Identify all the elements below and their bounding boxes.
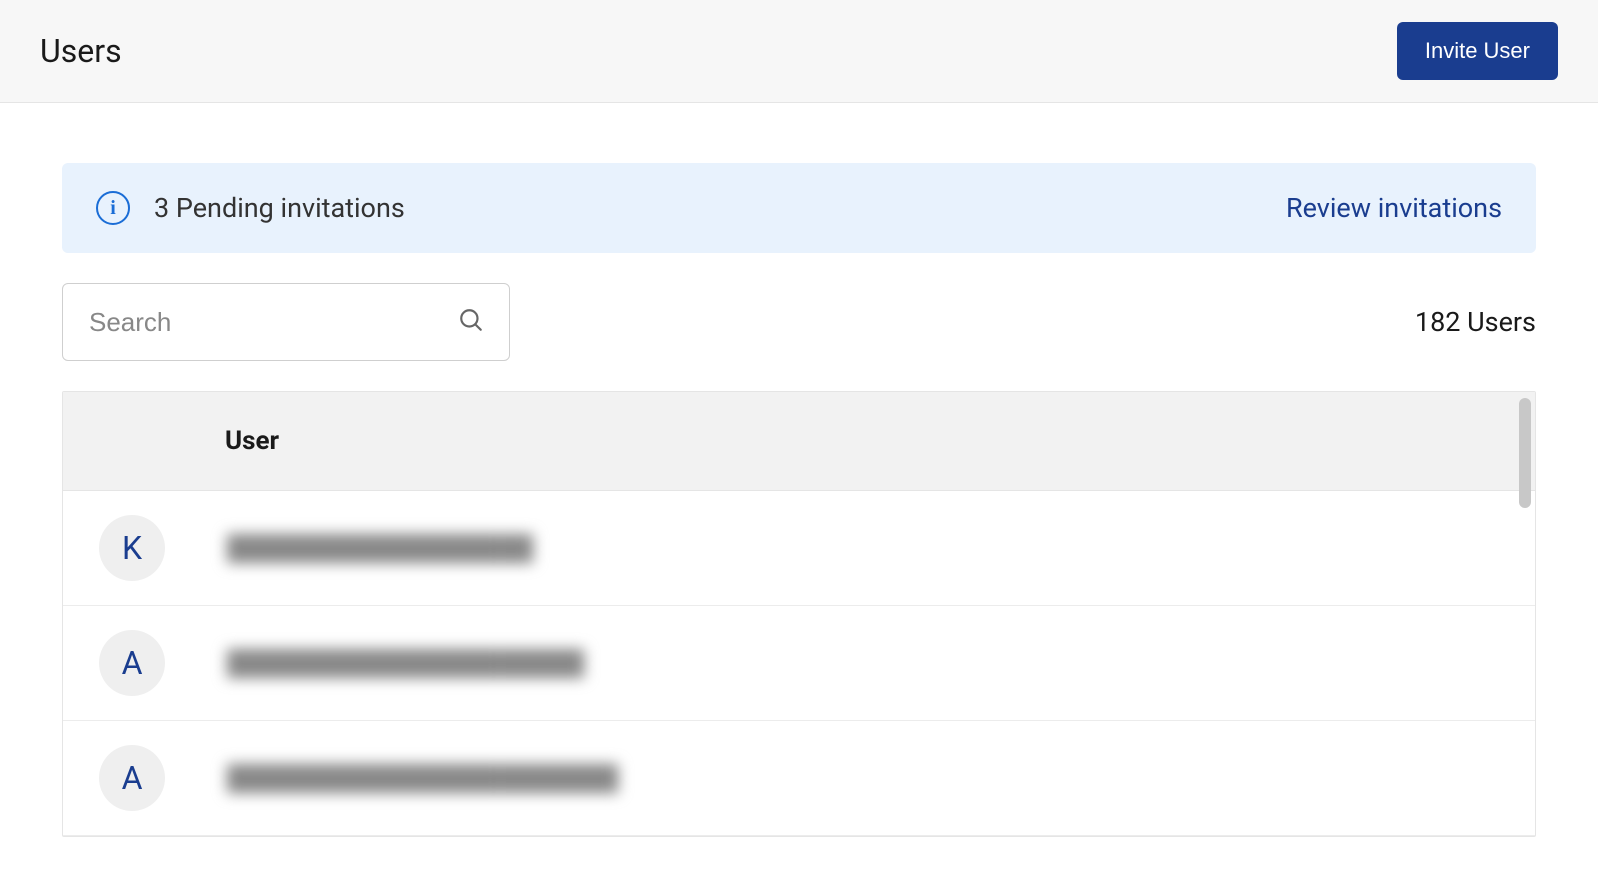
toolbar: 182 Users bbox=[62, 283, 1536, 361]
column-header-user: User bbox=[93, 426, 1505, 456]
page-title: Users bbox=[40, 32, 122, 70]
users-table: User K ██████████████████ A ████████████… bbox=[62, 391, 1536, 837]
invite-user-button[interactable]: Invite User bbox=[1397, 22, 1558, 80]
avatar: K bbox=[99, 515, 165, 581]
table-row[interactable]: A ███████████████████████ bbox=[63, 721, 1535, 836]
user-email: ██████████████████ bbox=[227, 534, 533, 563]
scrollbar-thumb[interactable] bbox=[1519, 398, 1531, 508]
avatar: A bbox=[99, 630, 165, 696]
avatar: A bbox=[99, 745, 165, 811]
banner-left: i 3 Pending invitations bbox=[96, 191, 405, 225]
search-input[interactable] bbox=[62, 283, 510, 361]
table-row[interactable]: A █████████████████████ bbox=[63, 606, 1535, 721]
info-icon: i bbox=[96, 191, 130, 225]
user-email: ███████████████████████ bbox=[227, 764, 618, 793]
header-bar: Users Invite User bbox=[0, 0, 1598, 103]
banner-message: 3 Pending invitations bbox=[154, 192, 405, 224]
content-area: i 3 Pending invitations Review invitatio… bbox=[0, 103, 1598, 837]
user-email: █████████████████████ bbox=[227, 649, 584, 678]
table-body: K ██████████████████ A █████████████████… bbox=[63, 491, 1535, 836]
table-header: User bbox=[63, 392, 1535, 491]
review-invitations-link[interactable]: Review invitations bbox=[1286, 192, 1502, 224]
search-wrapper bbox=[62, 283, 510, 361]
user-count: 182 Users bbox=[1415, 306, 1536, 338]
pending-invitations-banner: i 3 Pending invitations Review invitatio… bbox=[62, 163, 1536, 253]
table-row[interactable]: K ██████████████████ bbox=[63, 491, 1535, 606]
